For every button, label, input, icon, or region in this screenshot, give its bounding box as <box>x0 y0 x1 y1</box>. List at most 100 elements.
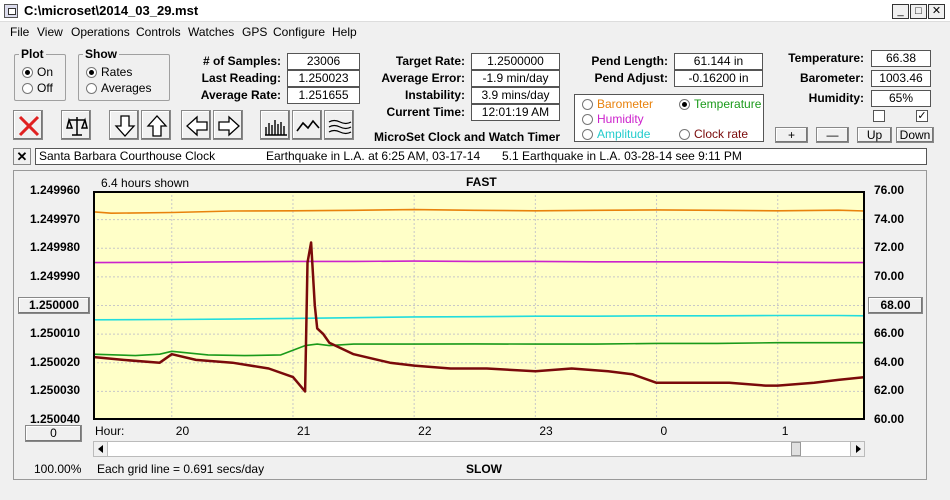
zero-button[interactable]: 0 <box>25 425 82 442</box>
x-icon <box>18 115 40 137</box>
down-arrow-button[interactable] <box>109 110 139 140</box>
average-rate-value: 1.251655 <box>287 87 360 104</box>
average-error-value: -1.9 min/day <box>471 70 560 87</box>
pend-length-label: Pend Length: <box>591 54 668 68</box>
bars-icon <box>265 120 287 136</box>
right-axis-tick-label: 76.00 <box>874 183 905 197</box>
menu-help[interactable]: Help <box>332 25 357 39</box>
menu-controls[interactable]: Controls <box>136 25 181 39</box>
note-clock-name: Santa Barbara Courthouse Clock <box>39 149 216 163</box>
target-rate-value[interactable]: 1.2500000 <box>471 53 560 70</box>
minimize-button[interactable]: _ <box>892 4 909 19</box>
menu-bar: File View Operations Controls Watches GP… <box>0 22 950 42</box>
x-axis-tick-label: 22 <box>418 424 432 438</box>
bar-plot-button[interactable] <box>260 110 290 140</box>
hours-shown-label: 6.4 hours shown <box>101 176 190 190</box>
samples-value: 23006 <box>287 53 360 70</box>
right-axis-tick-label: 72.00 <box>874 240 905 255</box>
plot-off-radio[interactable]: Off <box>22 81 53 95</box>
instability-value: 3.9 mins/day <box>471 87 560 104</box>
up-arrow-button[interactable] <box>141 110 171 140</box>
amplitude-radio[interactable]: Amplitude <box>582 127 650 141</box>
x-axis-tick-label: 21 <box>296 424 311 438</box>
line-plot-button[interactable] <box>292 110 322 140</box>
menu-operations[interactable]: Operations <box>71 25 130 39</box>
samples-label: # of Samples: <box>202 54 281 68</box>
right-axis-tick-label: 64.00 <box>874 354 905 369</box>
right-axis-tick-label: 62.00 <box>874 383 905 398</box>
temperature-value: 66.38 <box>871 50 931 67</box>
clock-rate-radio[interactable]: Clock rate <box>679 127 748 141</box>
last-reading-value: 1.250023 <box>287 70 360 87</box>
pend-adjust-label: Pend Adjust: <box>594 71 668 85</box>
show-rates-label: Rates <box>101 65 133 79</box>
right-axis-tick-label: 70.00 <box>874 268 905 283</box>
clock-rate-option-label: Clock rate <box>694 127 749 141</box>
menu-watches[interactable]: Watches <box>188 25 234 39</box>
left-axis-tick-label: 1.250030 <box>30 383 81 398</box>
scroll-right-button[interactable] <box>850 442 864 456</box>
left-axis-tick-label: 1.249990 <box>30 268 81 283</box>
menu-gps[interactable]: GPS <box>242 25 267 39</box>
note-earthquake-2: 5.1 Earthquake in L.A. 03-28-14 see 9:11… <box>502 149 742 163</box>
smooth-plot-button[interactable] <box>324 110 354 140</box>
right-axis-center-button[interactable]: 68.00 <box>868 297 923 314</box>
radio-empty-icon <box>22 82 33 94</box>
humidity-radio[interactable]: Humidity <box>582 112 644 126</box>
scale-plus-button[interactable]: + <box>775 127 808 143</box>
scale-down-button[interactable]: Down <box>896 127 934 143</box>
left-arrow-button[interactable] <box>181 110 211 140</box>
note-earthquake-1: Earthquake in L.A. at 6:25 AM, 03-17-14 <box>266 149 481 163</box>
x-axis-tick-label: 0 <box>660 424 668 438</box>
right-axis-tick-label: 74.00 <box>874 211 905 226</box>
menu-view[interactable]: View <box>37 25 63 39</box>
checkbox-right[interactable]: ✓ <box>916 110 928 122</box>
balance-button[interactable] <box>61 110 91 140</box>
barometer-value: 1003.46 <box>871 70 931 87</box>
app-icon <box>4 4 18 18</box>
barometer-radio[interactable]: Barometer <box>582 97 653 111</box>
amplitude-option-label: Amplitude <box>597 127 651 141</box>
show-rates-radio[interactable]: Rates <box>86 65 132 79</box>
temperature-label: Temperature: <box>788 51 864 65</box>
stop-button[interactable] <box>13 110 43 140</box>
scale-icon <box>66 117 88 136</box>
note-bar[interactable]: Santa Barbara Courthouse Clock Earthquak… <box>35 148 927 165</box>
plot-selector: Barometer Temperature Humidity Amplitude… <box>574 94 764 142</box>
target-rate-label: Target Rate: <box>395 54 465 68</box>
scale-minus-button[interactable]: — <box>816 127 849 143</box>
show-averages-label: Averages <box>101 81 152 95</box>
humidity-label: Humidity: <box>808 91 864 105</box>
pend-length-value[interactable]: 61.144 in <box>674 53 763 70</box>
checkbox-left[interactable] <box>873 110 885 122</box>
note-close-button[interactable]: ✕ <box>13 148 31 165</box>
average-error-label: Average Error: <box>381 71 465 85</box>
temperature-option-label: Temperature <box>694 97 762 111</box>
arrow-left-icon <box>186 115 208 137</box>
scroll-left-button[interactable] <box>94 442 108 456</box>
time-scrollbar[interactable] <box>93 441 865 457</box>
instability-label: Instability: <box>404 88 465 102</box>
right-arrow-button[interactable] <box>213 110 243 140</box>
temperature-radio[interactable]: Temperature <box>679 97 761 111</box>
left-axis-tick-label: 1.250010 <box>30 326 81 341</box>
last-reading-label: Last Reading: <box>201 71 281 85</box>
plot-on-radio[interactable]: On <box>22 65 53 79</box>
left-axis-center-button[interactable]: 1.250000 <box>18 297 90 314</box>
plot-on-label: On <box>37 65 54 79</box>
show-averages-radio[interactable]: Averages <box>86 81 151 95</box>
pend-adjust-value: -0.16200 in <box>674 70 763 87</box>
menu-configure[interactable]: Configure <box>273 25 325 39</box>
chart-plot <box>93 191 865 420</box>
wave-icon <box>296 119 320 132</box>
maximize-button[interactable]: □ <box>910 4 927 19</box>
arrow-down-icon <box>114 115 136 137</box>
left-axis-tick-label: 1.249980 <box>30 240 81 255</box>
scale-up-button[interactable]: Up <box>857 127 892 143</box>
close-button[interactable]: ✕ <box>928 4 945 19</box>
right-axis-tick-label: 60.00 <box>874 412 905 426</box>
left-axis-tick-label: 1.250020 <box>30 354 81 369</box>
menu-file[interactable]: File <box>10 25 29 39</box>
scroll-thumb[interactable] <box>791 442 801 456</box>
current-time-label: Current Time: <box>386 105 465 119</box>
